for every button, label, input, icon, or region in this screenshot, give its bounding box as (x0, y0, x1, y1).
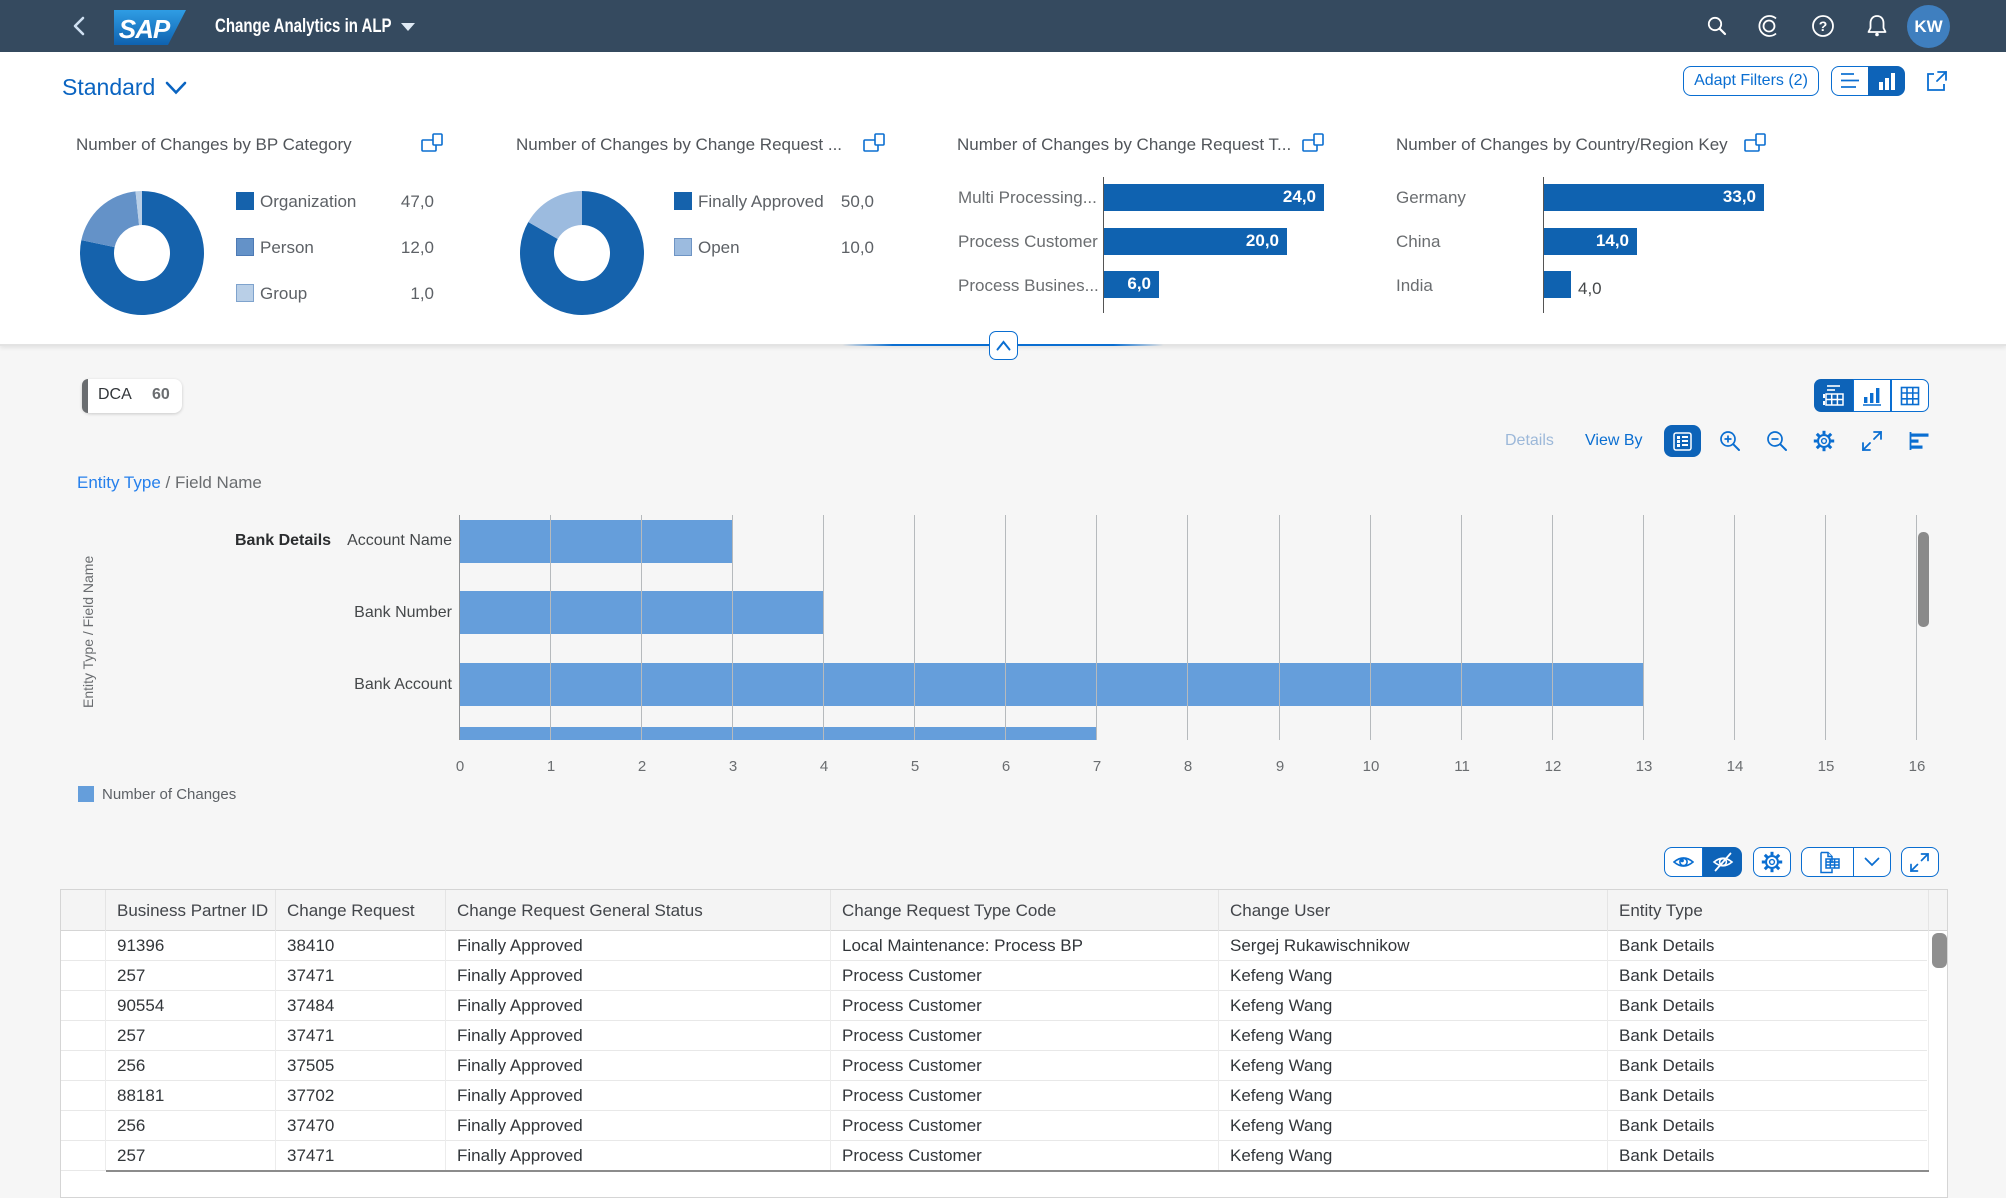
svg-text:?: ? (1819, 18, 1828, 34)
svg-text:SAP: SAP (119, 14, 171, 44)
